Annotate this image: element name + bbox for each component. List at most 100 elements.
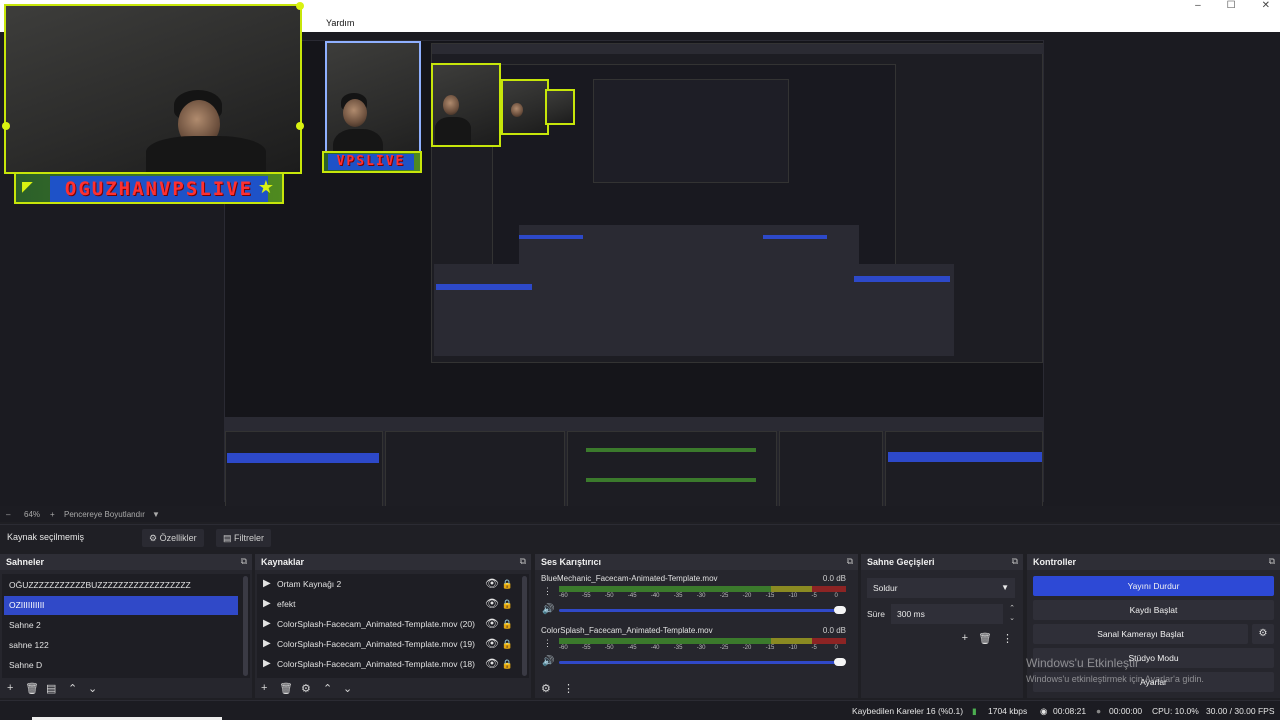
mixer-title: Ses Karıştırıcı — [541, 557, 602, 567]
meter-ticks: -60 -55 -50 -45 -40 -35 -30 -25 -20 -15 -10 -5 0 — [559, 645, 846, 652]
play-icon[interactable]: ▶ — [263, 654, 271, 674]
duration-spinner[interactable]: ⌃ ⌄ — [1009, 604, 1015, 624]
trash-icon[interactable]: 🗑 — [25, 682, 39, 695]
zoom-in-button[interactable]: + — [50, 510, 55, 519]
meter-ticks: -60 -55 -50 -45 -40 -35 -30 -25 -20 -15 -10 -5 0 — [559, 593, 846, 600]
play-icon[interactable]: ▶ — [263, 574, 271, 594]
add-icon[interactable]: + — [7, 682, 13, 694]
lock-icon[interactable]: 🔒 — [502, 614, 513, 634]
scene-item[interactable]: OĞUZZZZZZZZZZZBUZZZZZZZZZZZZZZZZZZ — [4, 576, 238, 595]
chevron-down-icon[interactable]: ⌄ — [88, 682, 97, 695]
scene-item[interactable]: sahne 122 — [4, 636, 238, 655]
preview-canvas[interactable]: VPSLIVE — [224, 40, 1044, 509]
undock-icon[interactable]: ⧉ — [1269, 556, 1275, 567]
eye-icon[interactable]: 👁 — [485, 634, 499, 654]
play-icon[interactable]: ▶ — [263, 594, 271, 614]
lock-icon[interactable]: 🔒 — [502, 594, 513, 614]
scene-item[interactable]: Sahne D — [4, 656, 238, 675]
mixer-dock: Ses Karıştırıcı ⧉ BlueMechanic_Facecam-A… — [535, 554, 858, 698]
volume-slider[interactable] — [559, 658, 846, 666]
sources-list[interactable]: ▶ Ortam Kaynağı 2 👁 🔒 ▶ efekt 👁 🔒 ▶ Colo… — [257, 574, 529, 678]
resize-mode[interactable]: Pencereye Boyutlandır — [64, 510, 145, 519]
star-icon: ★ — [257, 177, 274, 197]
menu-help[interactable]: Yardım — [326, 18, 354, 28]
scene-item[interactable]: Sahne 2 — [4, 616, 238, 635]
meter-tick-label: -55 — [581, 593, 591, 599]
transition-select[interactable]: Soldur ▼ — [867, 578, 1015, 598]
source-item[interactable]: ▶ efekt 👁 🔒 — [257, 594, 517, 614]
duration-input[interactable]: 300 ms — [891, 604, 1003, 624]
meter-tick-label: -10 — [788, 645, 798, 651]
filters-button[interactable]: ▤ Filtreler — [216, 529, 272, 547]
more-icon[interactable]: ⋮ — [563, 682, 574, 695]
controls-header: Kontroller ⧉ — [1027, 554, 1280, 570]
trash-icon[interactable]: 🗑 — [978, 632, 992, 645]
virtual-camera-button[interactable]: Sanal Kamerayı Başlat — [1033, 624, 1248, 644]
play-icon[interactable]: ▶ — [263, 614, 271, 634]
gear-icon[interactable]: ⚙ — [301, 682, 311, 695]
window-controls: – ☐ ✕ — [1195, 0, 1270, 14]
fps: 30.00 / 30.00 FPS — [1206, 706, 1275, 716]
zoom-out-button[interactable]: – — [6, 510, 10, 519]
chevron-down-icon[interactable]: ⌄ — [343, 682, 352, 695]
lock-icon[interactable]: 🔒 — [502, 654, 513, 674]
speaker-icon[interactable]: 🔊 — [542, 604, 554, 615]
lock-icon[interactable]: 🔒 — [502, 634, 513, 654]
undock-icon[interactable]: ⧉ — [520, 556, 526, 567]
meter-tick-label: -45 — [627, 645, 637, 651]
chevron-down-icon[interactable]: ▼ — [152, 510, 160, 519]
source-item[interactable]: ▶ Ortam Kaynağı 2 👁 🔒 — [257, 574, 517, 594]
minimize-button[interactable]: – — [1195, 0, 1201, 14]
maximize-button[interactable]: ☐ — [1227, 0, 1236, 14]
scene-item-selected[interactable]: OZIIIIIIIIII — [4, 596, 238, 615]
slider-knob[interactable] — [834, 606, 846, 614]
properties-button[interactable]: ⚙ Özellikler — [142, 529, 204, 547]
speaker-icon[interactable]: 🔊 — [542, 656, 554, 667]
slider-knob[interactable] — [834, 658, 846, 666]
gear-icon[interactable]: ⚙ — [541, 682, 551, 695]
webcam-overlay — [2, 2, 304, 176]
record-time: 00:00:00 — [1109, 706, 1143, 716]
nested-webcam-3 — [501, 79, 549, 135]
undock-icon[interactable]: ⧉ — [1012, 556, 1018, 567]
eye-icon[interactable]: 👁 — [485, 594, 499, 614]
preview-area[interactable]: VPSLIVE ◤ OGUZHANVPSLIVE ★ — [0, 2, 1280, 509]
eye-icon[interactable]: 👁 — [485, 614, 499, 634]
record-icon: ● — [1096, 706, 1102, 716]
chevron-down-icon: ▼ — [1001, 583, 1009, 592]
more-icon[interactable]: ⋮ — [1002, 632, 1013, 645]
source-item[interactable]: ▶ ColorSplash-Facecam_Animated-Template.… — [257, 654, 517, 674]
gear-icon: ⚙ — [149, 533, 160, 543]
scenes-scrollbar[interactable] — [243, 576, 248, 676]
play-icon[interactable]: ▶ — [263, 634, 271, 654]
nested-dock-area — [225, 417, 1043, 509]
gear-icon[interactable]: ⋮ — [543, 638, 552, 649]
eye-icon[interactable]: 👁 — [485, 574, 499, 594]
stream-time: 00:08:21 — [1053, 706, 1087, 716]
undock-icon[interactable]: ⧉ — [241, 556, 247, 567]
lock-icon[interactable]: 🔒 — [502, 574, 513, 594]
source-item[interactable]: ▶ ColorSplash-Facecam_Animated-Template.… — [257, 634, 517, 654]
undock-icon[interactable]: ⧉ — [847, 556, 853, 567]
close-button[interactable]: ✕ — [1262, 0, 1270, 14]
chevron-up-icon[interactable]: ⌃ — [68, 682, 77, 695]
nested-webcam-2 — [431, 63, 501, 147]
stop-stream-button[interactable]: Yayını Durdur — [1033, 576, 1274, 596]
chevron-up-icon[interactable]: ⌃ — [323, 682, 332, 695]
source-item[interactable]: ▶ ColorSplash-Facecam_Animated-Template.… — [257, 614, 517, 634]
sources-scrollbar[interactable] — [522, 576, 527, 676]
gear-icon[interactable]: ⋮ — [543, 586, 552, 597]
watermark-title: Windows'u Etkinleştir — [1026, 656, 1139, 670]
filter-icon[interactable]: ▤ — [46, 682, 56, 695]
start-record-button[interactable]: Kaydı Başlat — [1033, 600, 1274, 620]
trash-icon[interactable]: 🗑 — [279, 682, 293, 695]
filters-label: Filtreler — [234, 533, 265, 543]
stream-icon: ◉ — [1040, 706, 1048, 716]
virtual-camera-settings-button[interactable]: ⚙ — [1252, 624, 1274, 644]
scenes-list[interactable]: OĞUZZZZZZZZZZZBUZZZZZZZZZZZZZZZZZZ OZIII… — [2, 574, 250, 678]
add-icon[interactable]: + — [261, 682, 267, 694]
volume-slider[interactable] — [559, 606, 846, 614]
eye-icon[interactable]: 👁 — [485, 654, 499, 674]
add-icon[interactable]: + — [962, 632, 968, 645]
no-source-label: Kaynak seçilmemiş — [7, 532, 85, 542]
